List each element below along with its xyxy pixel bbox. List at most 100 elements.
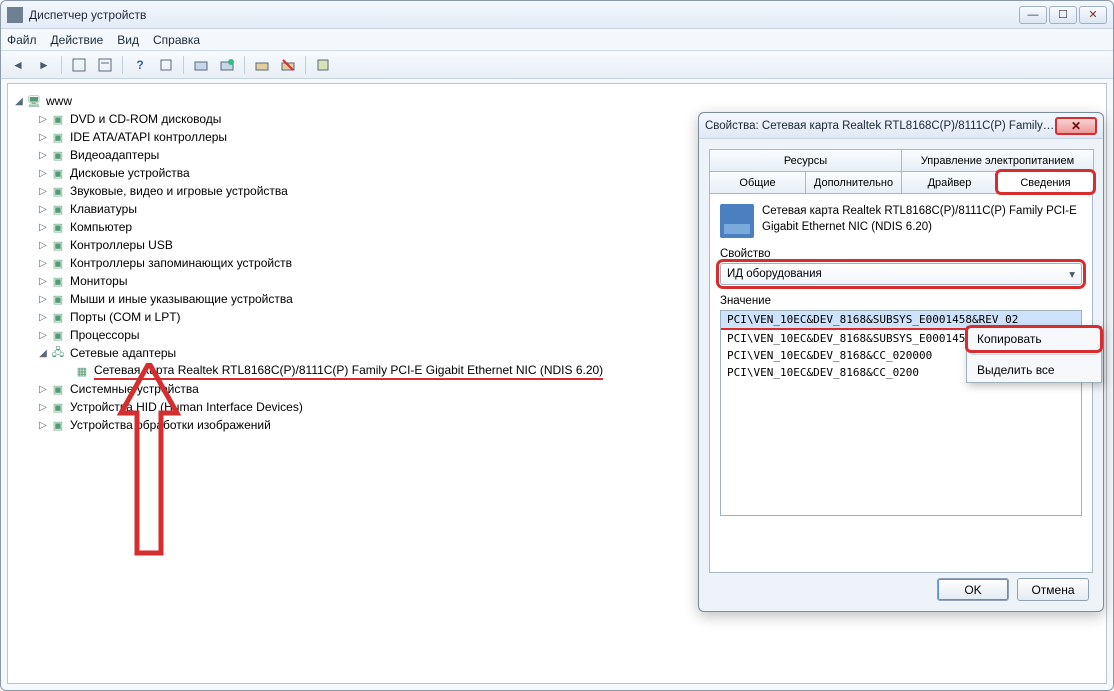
- toolbar-separator: [183, 56, 184, 74]
- toolbar-btn-6[interactable]: [216, 54, 238, 76]
- network-adapter-icon: [720, 204, 754, 238]
- expand-icon[interactable]: ▷: [36, 114, 50, 125]
- tree-item-label: Контроллеры USB: [70, 238, 173, 252]
- computer-icon: 🖥: [26, 94, 42, 108]
- maximize-button[interactable]: ☐: [1049, 6, 1077, 24]
- device-icon: ▣: [50, 148, 66, 162]
- dialog-title: Свойства: Сетевая карта Realtek RTL8168C…: [705, 120, 1055, 132]
- expand-icon[interactable]: ▷: [36, 420, 50, 431]
- tab-power[interactable]: Управление электропитанием: [901, 149, 1094, 171]
- tab-general[interactable]: Общие: [709, 171, 806, 193]
- expand-icon[interactable]: ▷: [36, 186, 50, 197]
- tree-item-label: Компьютер: [70, 220, 132, 234]
- network-card-icon: ▦: [74, 364, 90, 378]
- expand-icon[interactable]: ▷: [36, 168, 50, 179]
- context-separator: [971, 354, 1097, 355]
- expand-icon[interactable]: ▷: [36, 222, 50, 233]
- menu-action[interactable]: Действие: [51, 33, 104, 47]
- device-icon: ▣: [50, 382, 66, 396]
- back-button[interactable]: ◄: [7, 54, 29, 76]
- minimize-button[interactable]: —: [1019, 6, 1047, 24]
- tabstrip: Ресурсы Управление электропитанием Общие…: [709, 149, 1093, 193]
- device-icon: ▣: [50, 274, 66, 288]
- expand-icon[interactable]: ▷: [36, 258, 50, 269]
- update-driver-button[interactable]: [251, 54, 273, 76]
- expand-icon[interactable]: ◢: [36, 348, 50, 359]
- forward-button[interactable]: ►: [33, 54, 55, 76]
- toolbar-separator: [61, 56, 62, 74]
- context-select-all[interactable]: Выделить все: [967, 358, 1101, 382]
- tab-advanced[interactable]: Дополнительно: [805, 171, 902, 193]
- device-icon: ▣: [50, 400, 66, 414]
- dialog-titlebar[interactable]: Свойства: Сетевая карта Realtek RTL8168C…: [699, 113, 1103, 139]
- property-label: Свойство: [720, 248, 1082, 260]
- tree-item-label: Сетевые адаптеры: [70, 346, 176, 360]
- menubar: Файл Действие Вид Справка: [1, 29, 1113, 51]
- toolbar-btn-9[interactable]: [312, 54, 334, 76]
- expand-icon[interactable]: ▷: [36, 204, 50, 215]
- tree-item-label: Дисковые устройства: [70, 166, 190, 180]
- tree-item-label: Клавиатуры: [70, 202, 137, 216]
- tree-root-label: www: [46, 94, 72, 108]
- scan-hardware-button[interactable]: [190, 54, 212, 76]
- close-button[interactable]: ✕: [1079, 6, 1107, 24]
- device-icon: ▣: [50, 328, 66, 342]
- tree-item-label: Мыши и иные указывающие устройства: [70, 292, 293, 306]
- device-icon: ▣: [50, 166, 66, 180]
- expand-icon[interactable]: ▷: [36, 150, 50, 161]
- toolbar-separator: [244, 56, 245, 74]
- toolbar-btn-1[interactable]: [68, 54, 90, 76]
- menu-file[interactable]: Файл: [7, 33, 37, 47]
- device-icon: ▣: [50, 112, 66, 126]
- tree-item-label: Процессоры: [70, 328, 140, 342]
- help-button[interactable]: ?: [129, 54, 151, 76]
- tab-driver[interactable]: Драйвер: [901, 171, 998, 193]
- expand-icon[interactable]: ▷: [36, 294, 50, 305]
- tree-item-label: Мониторы: [70, 274, 127, 288]
- property-dropdown-value: ИД оборудования: [727, 268, 822, 280]
- device-name-line1: Сетевая карта Realtek RTL8168C(P)/8111C(…: [762, 204, 1077, 220]
- tab-details[interactable]: Сведения: [997, 171, 1094, 193]
- device-icon: ▣: [50, 238, 66, 252]
- expand-icon[interactable]: ▷: [36, 132, 50, 143]
- tree-item-label: Устройства HID (Human Interface Devices): [70, 400, 303, 414]
- network-adapters-icon: 🖧: [50, 346, 66, 360]
- tree-item-label: Видеоадаптеры: [70, 148, 159, 162]
- tree-item-label: IDE ATA/ATAPI контроллеры: [70, 130, 227, 144]
- expand-icon[interactable]: ▷: [36, 276, 50, 287]
- window-title: Диспетчер устройств: [29, 8, 1019, 22]
- value-label: Значение: [720, 295, 1082, 307]
- expand-icon[interactable]: ▷: [36, 402, 50, 413]
- toolbar-btn-4[interactable]: [155, 54, 177, 76]
- expand-icon[interactable]: ▷: [36, 240, 50, 251]
- menu-help[interactable]: Справка: [153, 33, 200, 47]
- property-dropdown[interactable]: ИД оборудования: [720, 263, 1082, 285]
- cancel-button[interactable]: Отмена: [1017, 578, 1089, 601]
- device-icon: ▣: [50, 202, 66, 216]
- device-icon: ▣: [50, 184, 66, 198]
- tree-item-label: Сетевая карта Realtek RTL8168C(P)/8111C(…: [94, 363, 603, 380]
- expand-icon[interactable]: ▷: [36, 384, 50, 395]
- toolbar-btn-2[interactable]: [94, 54, 116, 76]
- tree-item-label: Системные устройства: [70, 382, 199, 396]
- expand-icon[interactable]: ▷: [36, 330, 50, 341]
- device-name-line2: Gigabit Ethernet NIC (NDIS 6.20): [762, 220, 1077, 236]
- tab-panel-details: Сетевая карта Realtek RTL8168C(P)/8111C(…: [709, 193, 1093, 573]
- context-menu: Копировать Выделить все: [966, 326, 1102, 383]
- expand-icon[interactable]: ▷: [36, 312, 50, 323]
- tree-item-label: Порты (COM и LPT): [70, 310, 181, 324]
- uninstall-button[interactable]: [277, 54, 299, 76]
- device-icon: ▣: [50, 220, 66, 234]
- menu-view[interactable]: Вид: [117, 33, 139, 47]
- expand-icon[interactable]: ◢: [12, 96, 26, 107]
- device-icon: ▣: [50, 256, 66, 270]
- device-icon: ▣: [50, 292, 66, 306]
- toolbar-separator: [305, 56, 306, 74]
- device-icon: ▣: [50, 310, 66, 324]
- tab-resources[interactable]: Ресурсы: [709, 149, 902, 171]
- context-copy[interactable]: Копировать: [967, 327, 1101, 351]
- tree-item-label: Устройства обработки изображений: [70, 418, 271, 432]
- dialog-close-button[interactable]: ✕: [1055, 117, 1097, 135]
- ok-button[interactable]: OK: [937, 578, 1009, 601]
- titlebar[interactable]: Диспетчер устройств — ☐ ✕: [1, 1, 1113, 29]
